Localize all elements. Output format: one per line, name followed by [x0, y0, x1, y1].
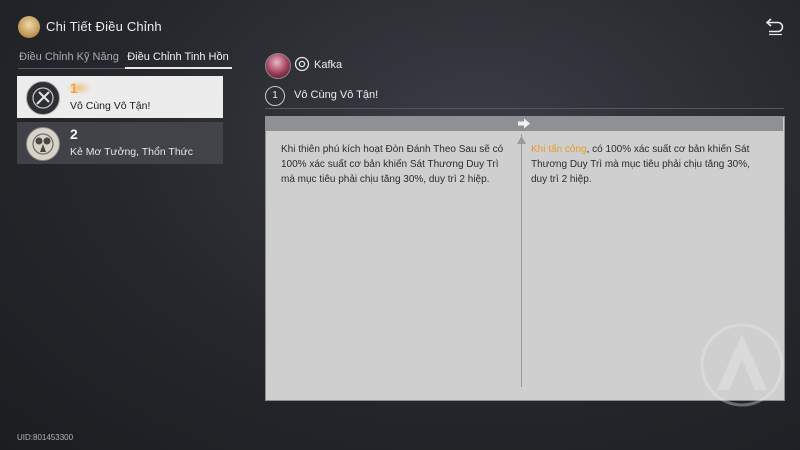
- tab-eidolon-adjustment[interactable]: Điều Chỉnh Tinh Hồn: [125, 46, 231, 68]
- return-icon: [765, 18, 784, 36]
- eidolon-name: Kẻ Mơ Tưởng, Thổn Thức: [70, 146, 193, 158]
- character-portrait-icon: [18, 16, 40, 38]
- detail-eidolon-name: Vô Cùng Vô Tận!: [294, 89, 379, 101]
- selected-glow: [66, 81, 92, 95]
- new-effect-highlight: Khi tấn công: [531, 144, 587, 155]
- page-title: Chi Tiết Điều Chỉnh: [46, 19, 162, 34]
- user-id: UID:801453300: [17, 433, 74, 442]
- eidolon-item-1[interactable]: 1 Vô Cùng Vô Tận!: [17, 76, 223, 118]
- comparison-divider: [521, 134, 522, 387]
- arrow-right-icon: [517, 117, 531, 130]
- eidolon-number: 2: [70, 126, 78, 142]
- new-effect-text: Khi tấn công, có 100% xác suất cơ bản kh…: [531, 142, 763, 187]
- tab-skill-adjustment[interactable]: Điều Chỉnh Kỹ Năng: [18, 46, 120, 68]
- nihility-path-icon: [294, 56, 310, 72]
- eidolon-1-icon: [26, 81, 60, 115]
- return-button[interactable]: [764, 16, 786, 36]
- old-effect-text: Khi thiên phú kích hoạt Đòn Đánh Theo Sa…: [281, 144, 504, 185]
- eidolon-item-2[interactable]: 2 Kẻ Mơ Tưởng, Thổn Thức: [17, 122, 223, 164]
- heading-divider: [265, 108, 784, 109]
- active-tab-indicator: [125, 67, 232, 69]
- eidolon-name: Vô Cùng Vô Tận!: [70, 100, 151, 112]
- character-avatar: [265, 53, 291, 79]
- character-name: Kafka: [314, 59, 343, 71]
- divider-arrow-icon: [517, 131, 526, 144]
- background-emblem-icon: [697, 320, 787, 410]
- detail-eidolon-number: 1: [265, 86, 285, 106]
- eidolon-2-icon: [26, 127, 60, 161]
